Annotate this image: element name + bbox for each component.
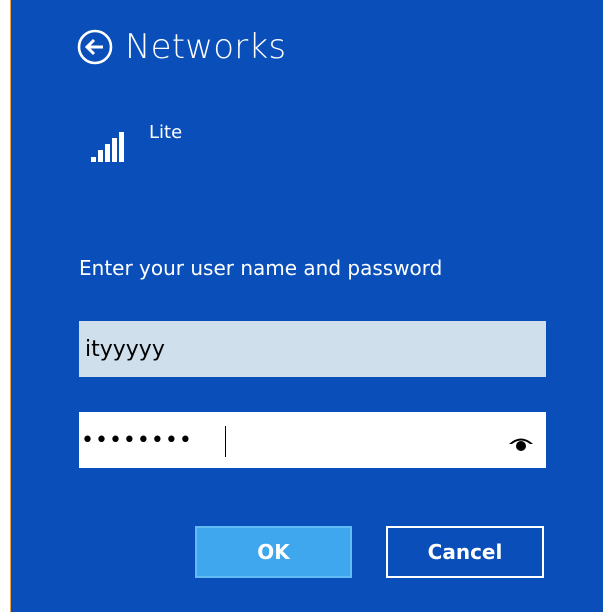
cancel-button[interactable]: Cancel: [386, 526, 544, 578]
back-arrow-icon[interactable]: [77, 29, 113, 65]
page-title: Networks: [125, 27, 287, 67]
credentials-prompt: Enter your user name and password: [79, 256, 443, 280]
password-field[interactable]: [79, 412, 546, 468]
network-item: Lite: [89, 124, 182, 164]
network-name: Lite: [149, 122, 183, 143]
wifi-signal-icon: [91, 132, 124, 162]
password-input[interactable]: [81, 414, 494, 466]
network-login-panel: Networks Lite Enter your user name and p…: [10, 0, 603, 612]
username-input[interactable]: [81, 323, 544, 375]
ok-button[interactable]: OK: [195, 526, 352, 578]
text-caret: [225, 426, 226, 457]
username-field[interactable]: [79, 321, 546, 377]
eye-icon[interactable]: [506, 427, 536, 457]
header: Networks: [77, 22, 286, 72]
